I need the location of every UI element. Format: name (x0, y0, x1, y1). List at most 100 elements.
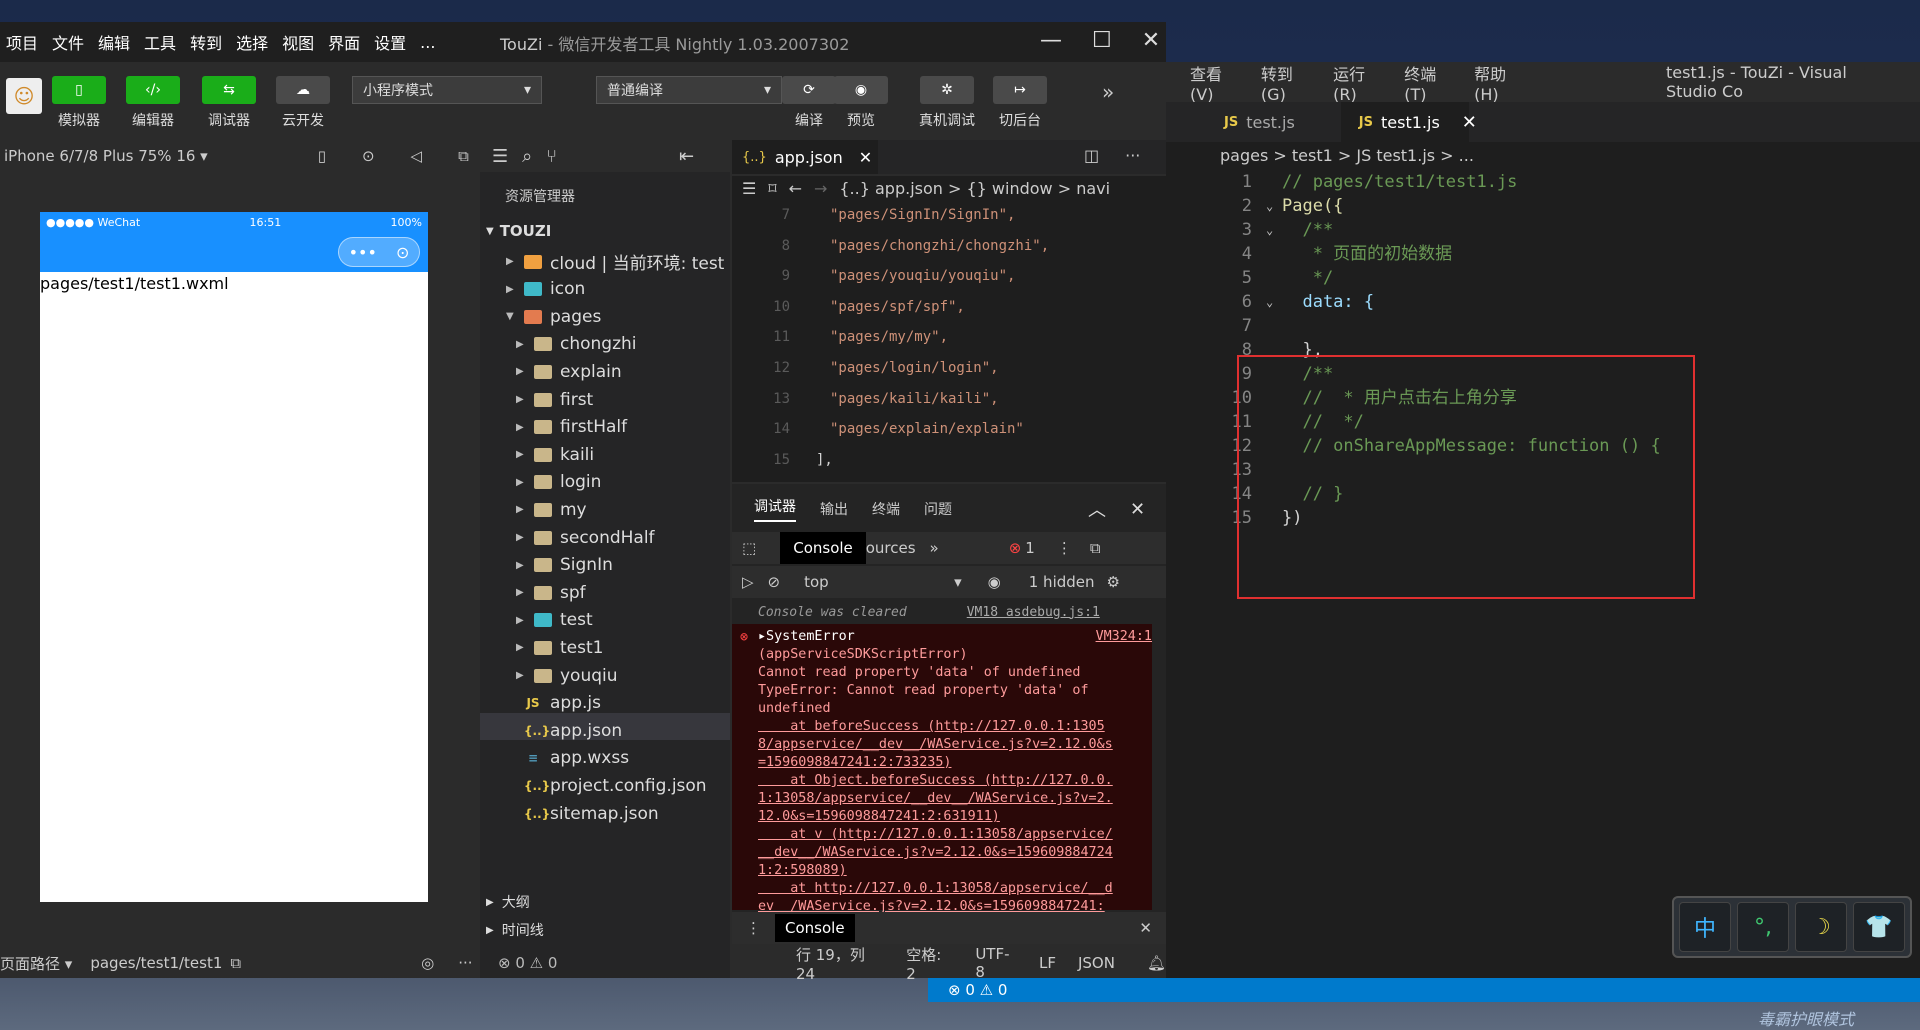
tree-item[interactable]: ▶ test1 (516, 634, 603, 661)
page-path-select[interactable]: 页面路径 ▾ (0, 953, 72, 974)
vscode-breadcrumb[interactable]: pages > test1 > JS test1.js > ... (1220, 146, 1474, 165)
breadcrumb-path[interactable]: {..} app.json > {} window > navi (839, 179, 1110, 198)
tree-item[interactable]: ▶ secondHalf (516, 524, 655, 551)
error-line[interactable]: 8/appservice/__dev__/WAService.js?v=2.12… (758, 736, 1152, 754)
menu-file[interactable]: 文件 (52, 30, 84, 54)
error-icon[interactable]: ⊗ (1009, 539, 1022, 557)
console-cleared-source[interactable]: VM18 asdebug.js:1 (967, 605, 1100, 620)
explorer-problems[interactable]: ⊗ 0 ⚠ 0 (480, 948, 730, 978)
outline-section[interactable]: ▶ 大纲 (486, 892, 530, 912)
timeline-section[interactable]: ▶ 时间线 (486, 920, 544, 940)
mode-select[interactable]: 小程序模式 ▾ (352, 76, 542, 104)
real-device-debug-button[interactable]: ✲ 真机调试 (912, 76, 982, 130)
more-tabs-icon[interactable]: » (930, 539, 939, 557)
indent-setting[interactable]: 空格: 2 (906, 944, 953, 983)
maximize-icon[interactable]: ☐ (1092, 28, 1112, 53)
tab-output[interactable]: 输出 (820, 499, 848, 519)
tree-item[interactable]: ▶ youqiu (516, 662, 618, 689)
tree-item[interactable]: ▶ firstHalf (516, 414, 627, 441)
forward-arrow-icon[interactable]: → (814, 179, 827, 198)
tree-item[interactable]: ▶ kaili (516, 441, 594, 468)
tree-item[interactable]: ▶ login (516, 469, 601, 496)
menu-project[interactable]: 项目 (6, 30, 38, 54)
record-icon[interactable]: ⊙ (362, 147, 375, 165)
bookmark-icon[interactable]: ⌑ (768, 179, 776, 198)
tree-item[interactable]: ▶ first (516, 386, 593, 413)
tree-item[interactable]: ▶ chongzhi (516, 331, 637, 358)
cloud-dev-button[interactable]: ☁ 云开发 (276, 76, 330, 130)
hidden-count[interactable]: 1 hidden (1029, 573, 1095, 591)
list-icon[interactable]: ☰ (742, 179, 756, 198)
context-select[interactable]: top (804, 573, 954, 591)
tree-item[interactable]: ≡ app.wxss (506, 745, 629, 772)
collapse-panel-icon[interactable]: ⇤ (679, 146, 694, 167)
volume-icon[interactable]: ◁ (411, 147, 423, 165)
menu-settings[interactable]: 设置 (374, 30, 406, 54)
vs-tab-test-js[interactable]: JS test.js (1206, 102, 1313, 142)
more-chevron-icon[interactable]: » (1102, 80, 1114, 104)
cursor-position[interactable]: 行 19，列 24 (796, 944, 884, 983)
vs-problems-count[interactable]: ⊗ 0 ⚠ 0 (948, 981, 1007, 999)
tree-item[interactable]: ▶ spf (516, 579, 586, 606)
device-select[interactable]: iPhone 6/7/8 Plus 75% 16 ▾ (4, 147, 208, 165)
eye-icon[interactable]: ◉ (988, 573, 1001, 591)
error-count[interactable]: 1 (1025, 539, 1035, 557)
menu-goto[interactable]: 转到 (190, 30, 222, 54)
fold-chevron-icon[interactable]: ⌄ (1266, 194, 1282, 218)
editor-button[interactable]: ‹/› 编辑器 (126, 76, 180, 130)
skin-icon[interactable]: 👕 (1853, 902, 1905, 952)
back-arrow-icon[interactable]: ← (789, 179, 802, 198)
devtools-console-tab[interactable]: Console (780, 532, 866, 564)
error-line[interactable]: at Object.beforeSuccess (http://127.0.0. (758, 772, 1152, 790)
tree-item[interactable]: ▼ pages (506, 303, 601, 330)
encoding[interactable]: UTF-8 (975, 945, 1017, 981)
editor-tab-app-json[interactable]: {..} app.json ✕ (732, 140, 878, 174)
close-icon[interactable]: ✕ (1139, 919, 1152, 937)
target-icon[interactable]: ⊙ (396, 243, 409, 262)
phone-screen[interactable] (40, 212, 428, 902)
debugger-button[interactable]: ⇆ 调试器 (202, 76, 256, 130)
tree-item[interactable]: ▶ explain (516, 358, 622, 385)
close-icon[interactable]: ✕ (859, 148, 872, 167)
eye-icon[interactable]: ◎ (421, 954, 434, 972)
language-mode[interactable]: JSON (1078, 954, 1115, 972)
background-switch-button[interactable]: ↦ 切后台 (992, 76, 1048, 130)
tree-item[interactable]: ▶ cloud | 当前环境: test (506, 248, 724, 275)
drawer-console-tab[interactable]: Console (775, 914, 855, 942)
menu-tools[interactable]: 工具 (144, 30, 176, 54)
kebab-menu-icon[interactable]: ⋮ (746, 919, 761, 937)
fold-chevron-icon[interactable]: ⌄ (1266, 218, 1282, 242)
moon-icon[interactable]: ☽ (1795, 902, 1847, 952)
tree-item[interactable]: ▶ test (516, 607, 593, 634)
vs-menu-terminal[interactable]: 终端(T) (1404, 61, 1452, 104)
vs-menu-goto[interactable]: 转到(G) (1261, 61, 1311, 104)
ime-chinese-toggle[interactable]: 中 (1679, 902, 1731, 952)
more-icon[interactable]: ··· (458, 954, 472, 972)
inspect-icon[interactable]: ⬚ (742, 539, 756, 557)
menu-edit[interactable]: 编辑 (98, 30, 130, 54)
list-icon[interactable]: ☰ (492, 146, 508, 167)
chevron-up-icon[interactable]: ︿ (1088, 496, 1106, 522)
tree-item[interactable]: ▶ my (516, 496, 587, 523)
kebab-menu-icon[interactable]: ⋮ (1057, 539, 1072, 557)
error-line[interactable]: __dev__/WAService.js?v=2.12.0&s=15960988… (758, 844, 1152, 862)
tree-item[interactable]: {..} app.json (506, 717, 622, 744)
vs-menu-help[interactable]: 帮助(H) (1474, 61, 1524, 104)
dock-icon[interactable]: ⧉ (1090, 539, 1101, 557)
vs-menu-view[interactable]: 查看(V) (1190, 61, 1239, 104)
tab-debugger[interactable]: 调试器 (754, 496, 796, 522)
editor-code-area[interactable]: 7 "pages/SignIn/SignIn", 8 "pages/chongzhi/… (732, 200, 1166, 482)
close-icon[interactable]: ✕ (1130, 499, 1145, 520)
error-line[interactable]: =1596098847241:2:733235) (758, 754, 1152, 772)
error-line[interactable]: 1:13058/appservice/__dev__/WAService.js?… (758, 790, 1152, 808)
vs-menu-run[interactable]: 运行(R) (1333, 61, 1382, 104)
clear-console-icon[interactable]: ⊘ (768, 573, 781, 591)
avatar[interactable]: ☺ (6, 78, 42, 114)
fold-chevron-icon[interactable]: ⌄ (1266, 290, 1282, 314)
capsule-menu[interactable]: ••• ⊙ (338, 237, 420, 267)
tree-item[interactable]: {..} sitemap.json (506, 800, 659, 827)
tree-item[interactable]: ▶ SignIn (516, 552, 613, 579)
git-branch-icon[interactable]: ⑂ (546, 146, 557, 167)
copy-icon[interactable]: ⧉ (230, 954, 241, 972)
more-dots-icon[interactable]: ••• (349, 243, 377, 262)
